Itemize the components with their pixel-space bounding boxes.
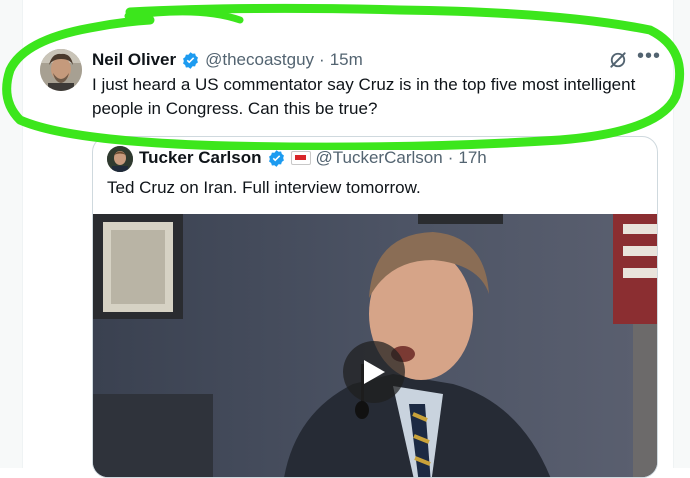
quoted-dot-separator: · bbox=[447, 148, 454, 167]
author-avatar[interactable] bbox=[40, 49, 82, 91]
quoted-post[interactable]: Tucker Carlson @TuckerCarlson · 17h Ted … bbox=[92, 136, 658, 478]
play-icon bbox=[364, 360, 385, 384]
quoted-post-header: Tucker Carlson @TuckerCarlson · 17h bbox=[139, 148, 487, 168]
post-text: I just heard a US commentator say Cruz i… bbox=[92, 75, 636, 118]
quoted-author-name[interactable]: Tucker Carlson bbox=[139, 148, 262, 168]
author-handle[interactable]: @thecoastguy bbox=[205, 50, 314, 70]
quoted-author-avatar[interactable] bbox=[107, 146, 133, 172]
more-icon[interactable]: ••• bbox=[637, 45, 661, 68]
quoted-author-handle[interactable]: @TuckerCarlson bbox=[316, 148, 443, 168]
tcn-affiliate-badge-icon[interactable] bbox=[290, 151, 311, 165]
grok-icon[interactable] bbox=[608, 50, 628, 70]
verified-badge-icon bbox=[183, 51, 199, 69]
author-name[interactable]: Neil Oliver bbox=[92, 50, 176, 70]
play-button[interactable] bbox=[343, 341, 405, 403]
quoted-post-text: Ted Cruz on Iran. Full interview tomorro… bbox=[107, 178, 421, 197]
post-timestamp[interactable]: 15m bbox=[330, 50, 363, 70]
quoted-verified-badge-icon bbox=[268, 149, 284, 167]
post-header: Neil Oliver @thecoastguy · 15m bbox=[92, 50, 363, 70]
quoted-post-timestamp[interactable]: 17h bbox=[458, 148, 486, 168]
video-thumbnail[interactable] bbox=[93, 214, 657, 477]
dot-separator: · bbox=[319, 50, 325, 69]
